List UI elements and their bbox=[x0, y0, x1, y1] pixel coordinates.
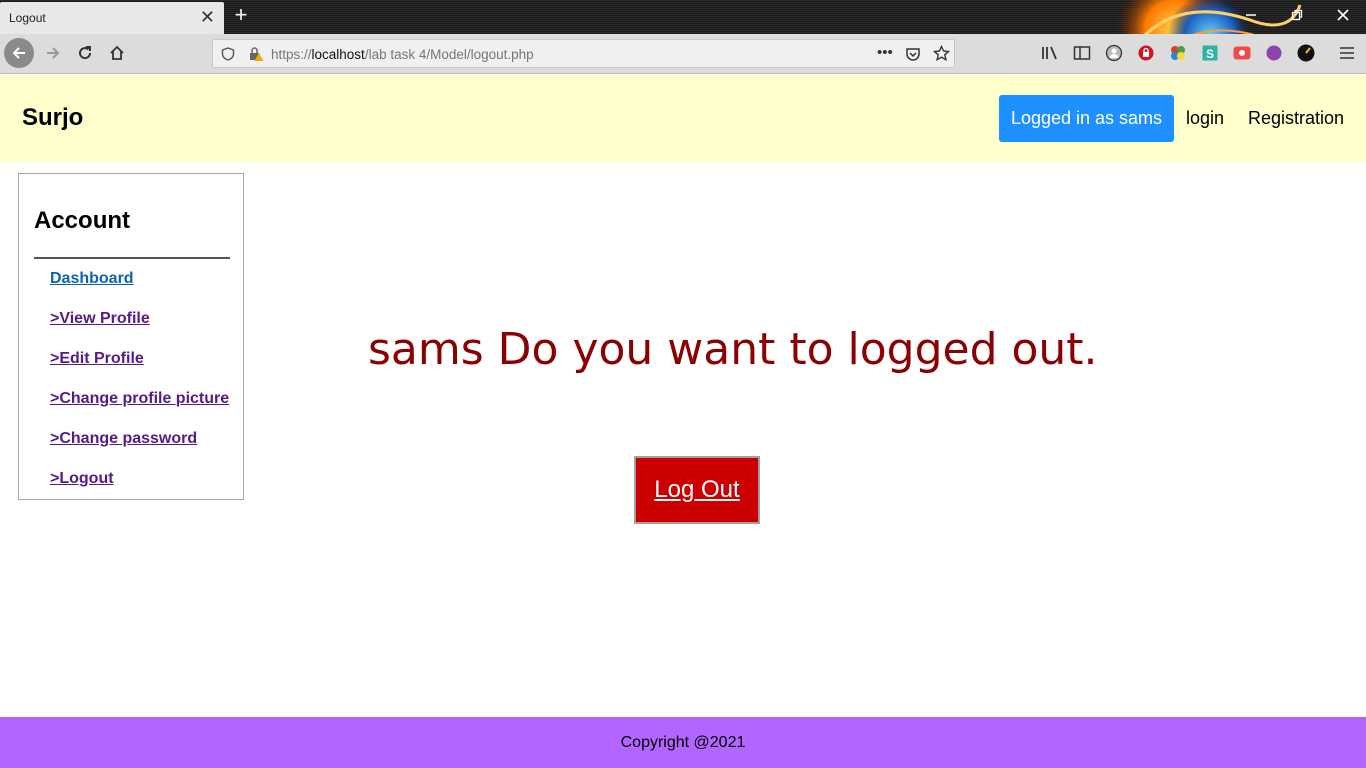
sidebar-item-dashboard[interactable]: Dashboard bbox=[50, 270, 134, 288]
shield-icon[interactable] bbox=[221, 47, 235, 61]
extension-purple-icon[interactable] bbox=[1265, 44, 1283, 62]
site-footer: Copyright @2021 bbox=[0, 717, 1366, 768]
url-bar[interactable]: https://localhost/lab task 4/Model/logou… bbox=[212, 39, 955, 68]
sidebar-divider bbox=[34, 257, 230, 259]
extension-lock-icon[interactable] bbox=[1137, 44, 1155, 62]
site-brand[interactable]: Surjo bbox=[22, 104, 83, 132]
close-window-icon[interactable] bbox=[1333, 7, 1353, 27]
sidebar-title: Account bbox=[34, 207, 130, 234]
new-tab-button[interactable]: + bbox=[230, 4, 252, 26]
extension-dark-icon[interactable] bbox=[1297, 44, 1315, 62]
arrow-left-icon bbox=[12, 47, 25, 59]
arrow-right-icon bbox=[47, 47, 60, 59]
tab-close-icon[interactable]: ✕ bbox=[200, 8, 215, 26]
sidebar-item-edit-profile[interactable]: >Edit Profile bbox=[50, 350, 144, 368]
account-sidebar: Account Dashboard >View Profile >Edit Pr… bbox=[18, 173, 244, 500]
logged-in-badge[interactable]: Logged in as sams bbox=[999, 95, 1174, 142]
minimize-icon[interactable] bbox=[1241, 7, 1261, 27]
library-icon[interactable] bbox=[1041, 44, 1059, 62]
svg-text:S: S bbox=[1206, 47, 1214, 61]
reload-icon bbox=[79, 46, 92, 60]
page-actions-icon[interactable]: ••• bbox=[877, 44, 893, 61]
forward-button[interactable] bbox=[38, 38, 68, 68]
restore-icon[interactable] bbox=[1287, 7, 1307, 27]
extension-record-icon[interactable] bbox=[1233, 44, 1251, 62]
browser-tab[interactable]: Logout ✕ bbox=[0, 2, 224, 34]
home-button[interactable] bbox=[102, 38, 132, 68]
registration-link[interactable]: Registration bbox=[1248, 108, 1344, 129]
account-icon[interactable] bbox=[1105, 44, 1123, 62]
insecure-lock-icon[interactable] bbox=[248, 46, 264, 62]
sidebar-item-change-profile-picture[interactable]: >Change profile picture bbox=[50, 390, 229, 408]
reload-button[interactable] bbox=[70, 38, 100, 68]
home-icon bbox=[110, 45, 124, 60]
browser-tab-bar: Logout ✕ + bbox=[0, 0, 1366, 74]
logout-button[interactable]: Log Out bbox=[634, 456, 760, 524]
copyright-text: Copyright @2021 bbox=[620, 734, 746, 751]
extension-s-icon[interactable]: S bbox=[1201, 44, 1219, 62]
menu-hamburger-icon[interactable] bbox=[1338, 44, 1356, 62]
site-header: Surjo Logged in as sams login Registrati… bbox=[0, 75, 1366, 162]
logout-confirm-message: sams Do you want to logged out. bbox=[368, 324, 1098, 375]
sidebar-toggle-icon[interactable] bbox=[1073, 44, 1091, 62]
pocket-icon[interactable] bbox=[905, 46, 921, 62]
sidebar-item-view-profile[interactable]: >View Profile bbox=[50, 310, 150, 328]
extension-color-icon[interactable] bbox=[1169, 44, 1187, 62]
login-link[interactable]: login bbox=[1186, 108, 1224, 129]
sidebar-item-change-password[interactable]: >Change password bbox=[50, 430, 197, 448]
bookmark-star-icon[interactable] bbox=[933, 45, 950, 62]
sidebar-item-logout[interactable]: >Logout bbox=[50, 470, 114, 488]
tab-title: Logout bbox=[9, 11, 46, 25]
browser-toolbar: https://localhost/lab task 4/Model/logou… bbox=[0, 34, 1366, 74]
url-text[interactable]: https://localhost/lab task 4/Model/logou… bbox=[271, 47, 534, 62]
back-button[interactable] bbox=[4, 38, 34, 68]
